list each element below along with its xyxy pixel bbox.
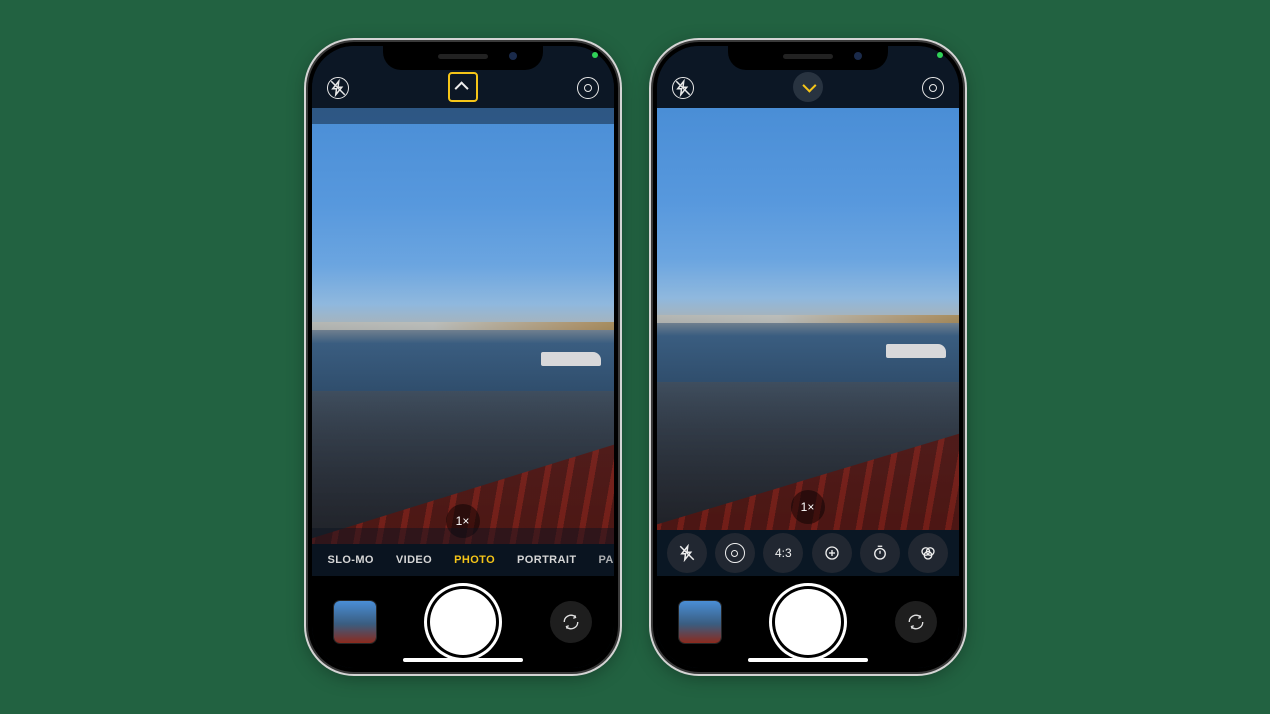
switch-camera-icon — [562, 613, 580, 631]
live-photo-icon — [725, 543, 745, 563]
options-chevron[interactable] — [448, 72, 478, 102]
mode-video[interactable]: VIDEO — [396, 554, 432, 566]
mode-portrait[interactable]: PORTRAIT — [517, 554, 576, 566]
home-indicator[interactable] — [403, 658, 523, 662]
live-photo-toggle[interactable] — [919, 74, 947, 102]
home-indicator[interactable] — [748, 658, 868, 662]
flash-off-icon — [678, 544, 696, 562]
switch-camera-icon — [907, 613, 925, 631]
tool-flash[interactable] — [667, 533, 707, 573]
zoom-button[interactable]: 1× — [791, 490, 825, 524]
camera-bottom-bar — [657, 576, 959, 668]
phone-left: 1× SE SLO-MO VIDEO PHOTO PORTRAIT PANO — [308, 42, 618, 672]
tool-aspect-ratio[interactable]: 4:3 — [763, 533, 803, 573]
tool-timer[interactable] — [860, 533, 900, 573]
switch-camera-button[interactable] — [895, 601, 937, 643]
options-chevron[interactable] — [793, 72, 823, 102]
switch-camera-button[interactable] — [550, 601, 592, 643]
flash-toggle[interactable] — [669, 74, 697, 102]
shutter-button[interactable] — [775, 589, 841, 655]
filters-icon — [919, 544, 937, 562]
last-photo-thumbnail[interactable] — [679, 601, 721, 643]
live-photo-toggle[interactable] — [574, 74, 602, 102]
exposure-icon — [823, 544, 841, 562]
flash-off-icon — [327, 77, 349, 99]
mode-selector[interactable]: SE SLO-MO VIDEO PHOTO PORTRAIT PANO — [312, 544, 614, 576]
last-photo-thumbnail[interactable] — [334, 601, 376, 643]
viewfinder[interactable]: 1× — [657, 108, 959, 530]
tool-live-photo[interactable] — [715, 533, 755, 573]
mode-slomo[interactable]: SLO-MO — [327, 554, 373, 566]
aspect-ratio-label: 4:3 — [775, 546, 792, 560]
phone-right: 1× 4:3 — [653, 42, 963, 672]
mode-pano[interactable]: PANO — [598, 554, 613, 566]
notch — [728, 42, 888, 70]
timer-icon — [871, 544, 889, 562]
live-photo-icon — [577, 77, 599, 99]
live-photo-icon — [922, 77, 944, 99]
camera-tools-row: 4:3 — [657, 530, 959, 576]
tool-filters[interactable] — [908, 533, 948, 573]
mode-photo[interactable]: PHOTO — [454, 554, 495, 566]
notch — [383, 42, 543, 70]
camera-active-indicator — [592, 52, 598, 58]
flash-off-icon — [672, 77, 694, 99]
camera-bottom-bar — [312, 576, 614, 668]
flash-toggle[interactable] — [324, 74, 352, 102]
viewfinder[interactable]: 1× — [312, 108, 614, 544]
shutter-button[interactable] — [430, 589, 496, 655]
camera-active-indicator — [937, 52, 943, 58]
chevron-down-icon — [802, 79, 816, 93]
chevron-up-icon — [454, 81, 468, 95]
tool-exposure[interactable] — [812, 533, 852, 573]
